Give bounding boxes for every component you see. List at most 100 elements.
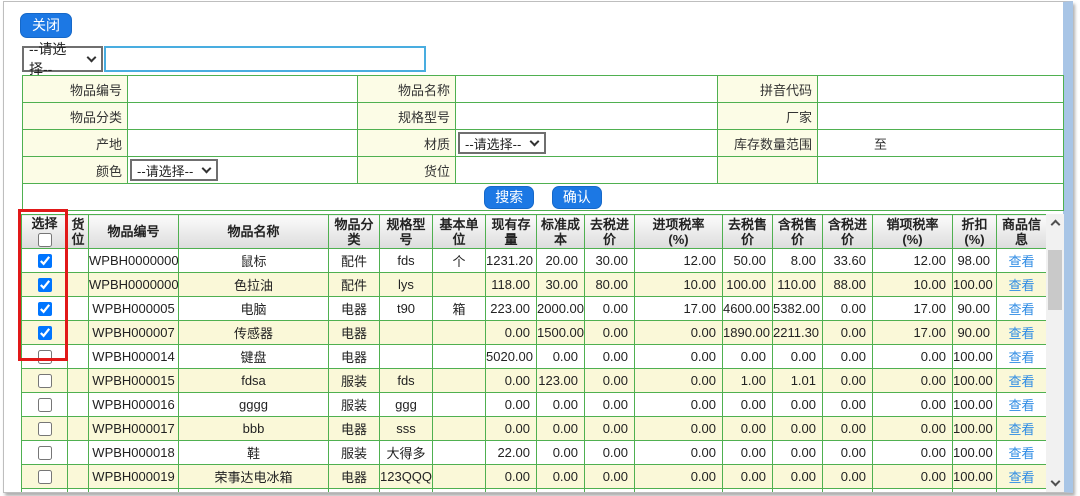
cell-name: gggg [178,392,329,418]
column-header: 销项税率 (%) [872,214,953,250]
cell-sale-inc-tax: 0.00 [772,416,823,442]
item-code-input[interactable] [130,76,355,102]
origin-cell [127,129,358,157]
select-column-header: 选择 [21,214,68,250]
row-checkbox[interactable] [37,278,52,293]
view-link[interactable]: 查看 [1008,446,1034,461]
cell-code: WPBH00000001 [88,248,179,274]
row-select-cell [21,248,68,274]
view-link[interactable]: 查看 [1008,302,1034,317]
cell-product-info: 查看 [996,368,1046,394]
cell-name: 色拉油 [178,272,329,298]
filter-field-select[interactable]: --请选择-- [22,41,103,77]
view-link[interactable]: 查看 [1008,254,1034,269]
factory-cell [817,102,1064,130]
cell-code: WPBH000007 [88,320,179,346]
column-header: 商品信 息 [996,214,1046,250]
cell-product-info: 查看 [996,296,1046,322]
cell-price-ex-tax [584,488,635,492]
cell-sale-ex-tax: 50.00 [722,248,773,274]
cell-location [67,392,89,418]
cell-std-cost: 123.00 [536,368,585,394]
chevron-down-icon [1050,476,1060,487]
vertical-scrollbar[interactable] [1046,214,1064,492]
row-checkbox[interactable] [37,422,52,437]
cell-category: 电器 [328,464,380,490]
row-checkbox[interactable] [37,446,52,461]
cell-code: WPBH000018 [88,440,179,466]
cell-stock [485,488,537,492]
cell-stock: 118.00 [485,272,537,298]
stock-range-to-label: 至 [874,136,888,152]
view-link[interactable]: 查看 [1008,278,1034,293]
view-link[interactable]: 查看 [1008,470,1034,485]
cell-output-tax: 0.00 [872,464,953,490]
material-label: 材质 [357,129,456,157]
cell-price-inc-tax: 0.00 [822,464,873,490]
row-checkbox[interactable] [37,374,52,389]
row-checkbox[interactable] [37,326,52,341]
scroll-down-button[interactable] [1046,475,1064,492]
cell-unit [432,272,486,298]
row-checkbox[interactable] [37,302,52,317]
row-checkbox[interactable] [37,470,52,485]
results-table: 选择货 位物品编号 物品名称 物品分 类规格型 号基本单 位现有存 量标准成 本去税… [21,214,1046,492]
cell-name [178,488,329,492]
row-select-cell [21,296,68,322]
cell-sale-inc-tax: 0.00 [772,392,823,418]
view-link[interactable]: 查看 [1008,350,1034,365]
cell-std-cost: 0.00 [536,416,585,442]
row-select-cell [21,392,68,418]
row-checkbox[interactable] [37,254,52,269]
column-header: 物品名称 [178,214,329,250]
cell-spec: lys [379,272,433,298]
cell-product-info: 查看 [996,272,1046,298]
view-link[interactable]: 查看 [1008,326,1034,341]
select-all-checkbox[interactable] [37,233,52,248]
color-select[interactable]: --请选择-- [130,159,218,181]
view-link[interactable]: 查看 [1008,398,1034,413]
cell-sale-inc-tax: 1.01 [772,368,823,394]
cell-unit: 个 [432,248,486,274]
view-link[interactable]: 查看 [1008,422,1034,437]
location-input[interactable] [458,157,715,183]
cell-spec: 大得多 [379,440,433,466]
search-button[interactable]: 搜索 [484,185,535,209]
spec-input[interactable] [458,103,715,129]
cell-stock: 1231.20 [485,248,537,274]
origin-input[interactable] [130,130,355,156]
cell-name: 电脑 [178,296,329,322]
filter-keyword-input[interactable] [104,46,426,72]
scroll-up-button[interactable] [1046,214,1064,231]
cell-unit: 箱 [432,296,486,322]
row-checkbox[interactable] [37,350,52,365]
row-checkbox[interactable] [37,398,52,413]
cell-output-tax: 10.00 [872,272,953,298]
cell-location [67,464,89,490]
color-select-value: --请选择-- [137,163,194,179]
view-link[interactable]: 查看 [1008,374,1034,389]
scrollbar-thumb[interactable] [1048,250,1062,310]
cell-price-ex-tax: 80.00 [584,272,635,298]
pinyin-input[interactable] [820,76,1061,102]
cell-discount: 90.00 [952,296,997,322]
material-select[interactable]: --请选择-- [458,132,546,154]
item-name-input[interactable] [458,76,715,102]
factory-input[interactable] [820,103,1061,129]
close-button[interactable]: 关闭 [20,13,72,38]
cell-discount: 100.00 [952,464,997,490]
column-header: 基本单 位 [432,214,486,250]
cell-price-ex-tax: 30.00 [584,248,635,274]
confirm-button[interactable]: 确认 [551,185,602,209]
cell-spec: sss [379,416,433,442]
cell-discount: 100.00 [952,368,997,394]
cell-std-cost: 0.00 [536,440,585,466]
spec-label: 规格型号 [357,102,456,130]
pinyin-cell [817,75,1064,103]
table-body: WPBH00000001 鼠标 配件 fds 个 1231.20 20.00 30.00 12.… [21,248,1046,492]
cell-std-cost: 0.00 [536,464,585,490]
category-input[interactable] [130,103,355,129]
cell-product-info: 查看 [996,440,1046,466]
cell-discount: 98.00 [952,248,997,274]
results-table-container: 选择货 位物品编号 物品名称 物品分 类规格型 号基本单 位现有存 量标准成 本去税… [21,214,1046,492]
